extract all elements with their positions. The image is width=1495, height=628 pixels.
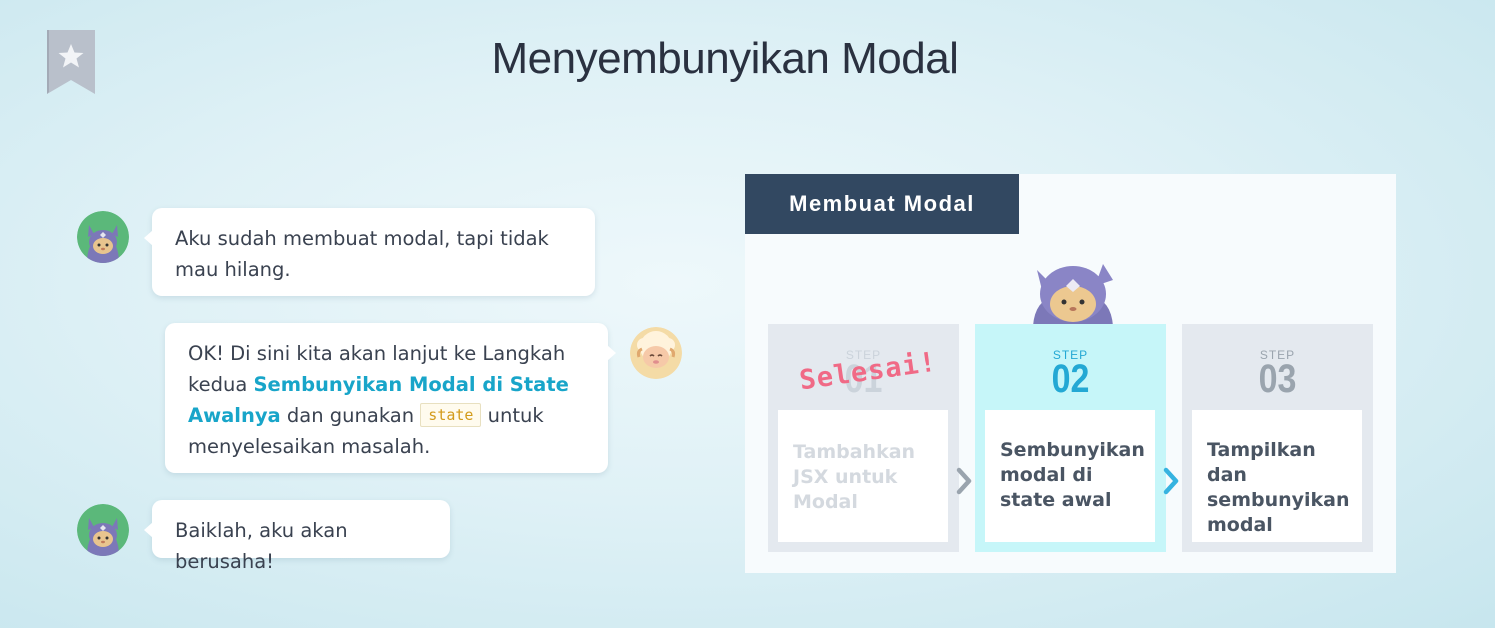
chat-bubble: OK! Di sini kita akan lanjut ke Langkah … [165, 323, 616, 473]
step-description: Tambahkan JSX untuk Modal [778, 410, 948, 542]
code-snippet: state [420, 403, 482, 427]
steps-panel: Membuat Modal STEP 01 Tambahkan JSX untu… [745, 174, 1396, 573]
ninja-cat-mascot [1029, 260, 1117, 332]
step-card-03: STEP 03 Tampilkan dan sembunyikan modal [1182, 324, 1373, 552]
sheep-avatar [630, 327, 682, 379]
step-number: 02 [1051, 357, 1090, 401]
chat-bubble: Baiklah, aku akan berusaha! [144, 500, 450, 573]
chevron-right-icon [956, 467, 972, 495]
ninja-cat-avatar [77, 504, 129, 556]
chevron-right-icon [1163, 467, 1179, 495]
page-title: Menyembunyikan Modal [491, 34, 959, 83]
step-description: Sembunyikan modal di state awal [985, 410, 1155, 542]
message-text: dan gunakan [280, 404, 421, 427]
step-card-02: STEP 02 Sembunyikan modal di state awal [975, 324, 1166, 552]
step-number: 03 [1258, 357, 1297, 401]
chat-bubble: Aku sudah membuat modal, tapi tidak mau … [144, 208, 595, 296]
step-description: Tampilkan dan sembunyikan modal [1192, 410, 1362, 542]
panel-header: Membuat Modal [745, 174, 1019, 234]
ninja-cat-avatar [77, 211, 129, 263]
